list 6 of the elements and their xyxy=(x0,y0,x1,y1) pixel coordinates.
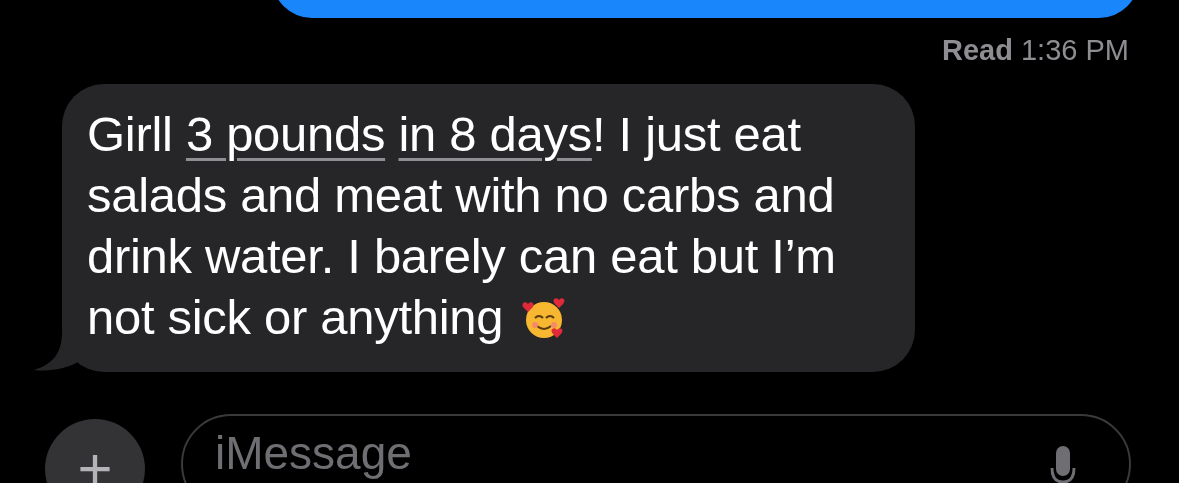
message-text: Girll 3 pounds in 8 days! I just eat salads and meat with no carbs and drink water. I barely can eat but I’m not sick or anything xyxy=(87,105,837,346)
message-field[interactable]: iMessage xyxy=(181,413,1131,483)
detected-link[interactable]: 3 pounds xyxy=(185,106,386,161)
read-receipt: Read 1:36 PM xyxy=(942,34,1129,66)
detected-link[interactable]: in 8 days xyxy=(398,106,592,161)
microphone-icon[interactable] xyxy=(1050,443,1076,483)
